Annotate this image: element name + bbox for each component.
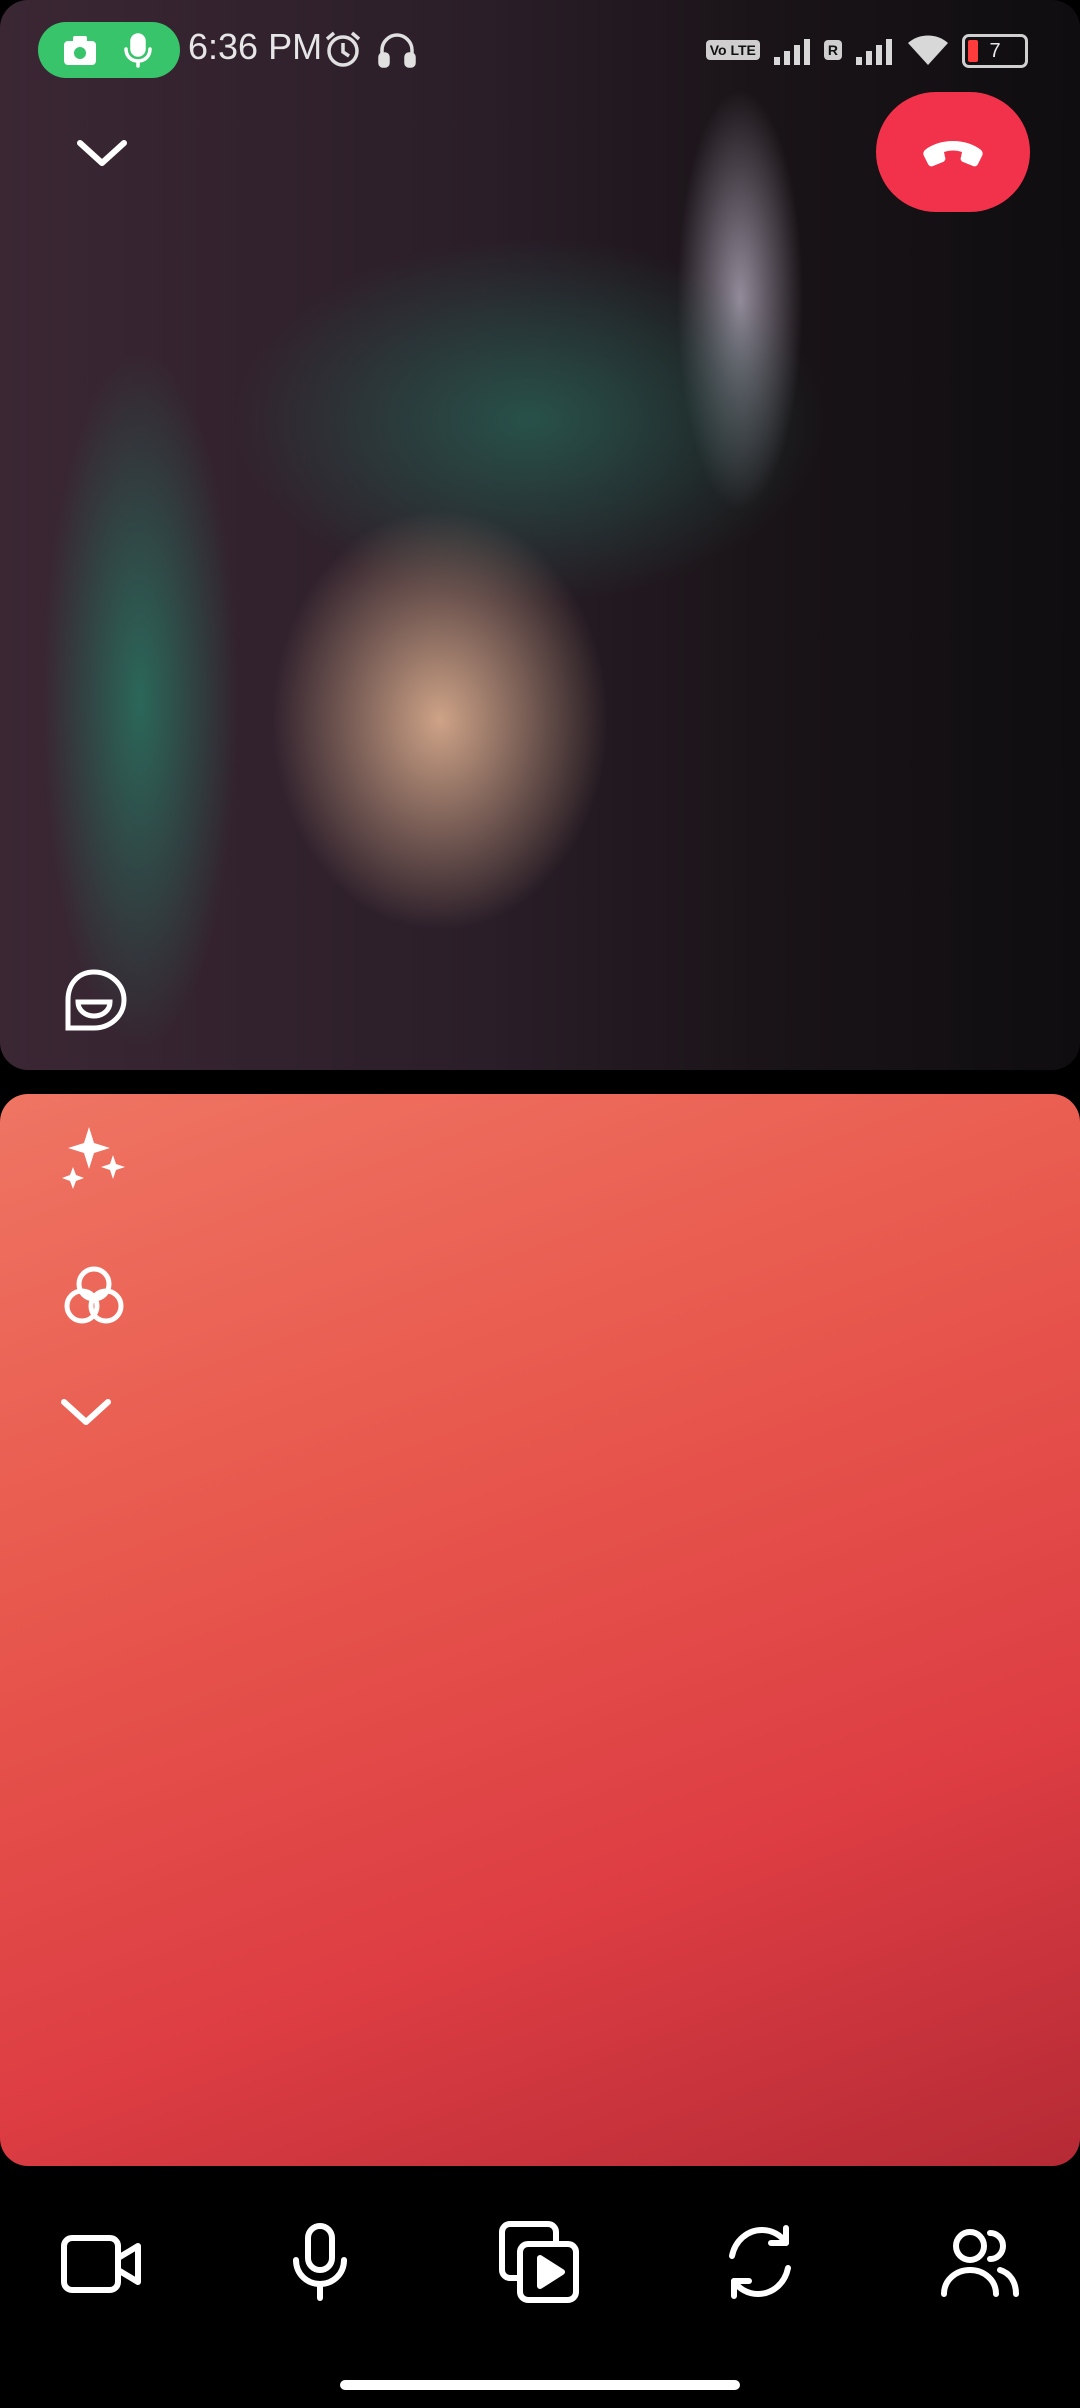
microphone-button[interactable]: [272, 2212, 368, 2312]
roaming-badge: R: [823, 40, 842, 60]
microphone-in-use-icon: [120, 32, 156, 68]
headphones-icon: [376, 28, 418, 70]
call-controls-bar: [0, 2166, 1080, 2408]
chevron-down-icon[interactable]: [56, 1394, 116, 1430]
participants-button[interactable]: [930, 2212, 1030, 2312]
reaction-bubble-icon[interactable]: [52, 960, 136, 1044]
video-camera-button[interactable]: [54, 2216, 150, 2312]
signal-strength-icon-2: [856, 35, 892, 65]
local-video-tile: [0, 1094, 1080, 2166]
status-bar: 6:36 PM Vo LTE R 7: [0, 0, 1080, 100]
participants-icon: [941, 2229, 1019, 2297]
end-call-button[interactable]: [876, 92, 1030, 212]
media-share-icon: [499, 2221, 579, 2303]
filters-icon[interactable]: [50, 1252, 138, 1340]
hang-up-icon: [921, 135, 985, 169]
signal-strength-icon: [773, 35, 810, 65]
sparkles-icon[interactable]: [52, 1114, 136, 1198]
battery-icon: 7: [962, 34, 1028, 68]
camera-in-use-icon: [62, 32, 98, 68]
battery-level: 7: [989, 40, 1001, 62]
alarm-icon: [322, 28, 364, 70]
home-indicator[interactable]: [340, 2380, 740, 2390]
status-icons: Vo LTE R: [705, 28, 950, 72]
flip-camera-button[interactable]: [710, 2212, 810, 2312]
collapse-chevron-icon[interactable]: [64, 124, 140, 184]
media-share-button[interactable]: [490, 2212, 590, 2312]
volte-badge: Vo LTE: [705, 40, 760, 60]
flip-camera-icon: [729, 2225, 791, 2299]
status-time: 6:36 PM: [188, 26, 323, 67]
video-camera-icon: [61, 2235, 141, 2293]
wifi-icon: [906, 33, 950, 67]
recording-indicator: [38, 22, 180, 78]
microphone-icon: [293, 2223, 347, 2301]
